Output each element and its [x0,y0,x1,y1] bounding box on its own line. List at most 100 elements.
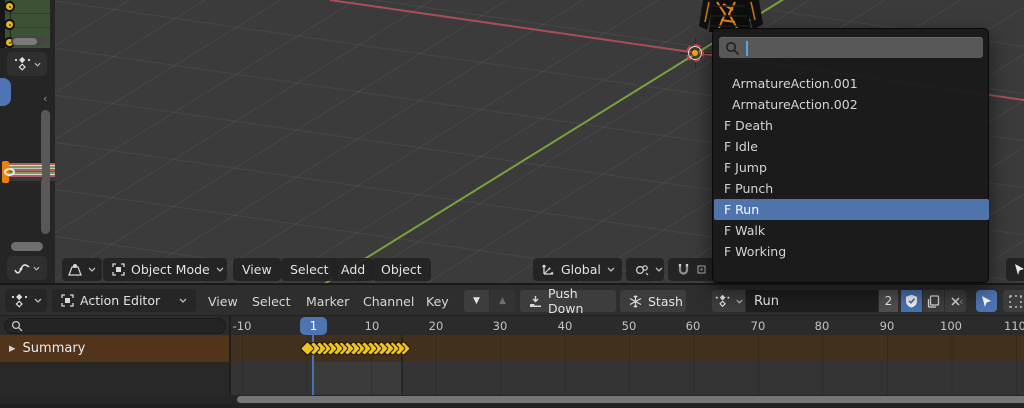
timeline-ruler[interactable]: -10 10 20 30 40 50 60 70 80 90 100 110 1 [0,315,1024,335]
channel-list-empty [0,362,230,395]
viewport-editor-icon [68,263,82,276]
cursor-tick [694,62,696,68]
action-list-item[interactable]: F Punch [714,178,989,199]
move-channel-down-button[interactable]: ▼ [464,290,489,312]
action-list-item[interactable]: F Walk [714,220,989,241]
partial-editor-column: ‹ [0,0,55,283]
action-list-item[interactable]: ArmatureAction.002 [714,94,989,115]
menu-select-dope[interactable]: Select [252,285,291,317]
pivot-point-icon [635,264,649,276]
chevron-left-icon[interactable]: ‹ [959,285,963,317]
scrollbar-thumb[interactable] [13,37,37,45]
channel-summary[interactable]: ▶ Summary [0,335,230,362]
action-list-item[interactable]: F Jump [714,157,989,178]
chevron-down-icon [33,62,41,67]
ruler-tick: 40 [557,319,573,333]
duplicate-action-button[interactable] [923,290,944,312]
channel-keyframe-divider [229,315,231,403]
menu-channel[interactable]: Channel [363,285,414,317]
dope-sheet-icon [14,57,31,71]
action-item-label: F Death [724,118,773,133]
action-item-label: F Idle [724,139,758,154]
action-browser-popup: ArmatureAction.001 ArmatureAction.002 F … [712,28,989,283]
action-editor-mode-dropdown[interactable]: Action Editor [52,289,196,312]
push-down-button[interactable]: Push Down [520,286,616,316]
menu-label: Marker [306,293,350,309]
editor-type-dope-sheet-button[interactable] [5,289,47,312]
ruler-tick: 20 [428,319,444,333]
triangle-up-icon: ▲ [499,296,506,306]
horizontal-scrollbar[interactable] [11,36,47,46]
object-mode-icon [112,263,125,276]
ruler-tick: -10 [232,319,252,333]
menu-label: View [242,262,272,277]
action-list-item[interactable]: ArmatureAction.001 [714,73,989,94]
search-icon [11,320,23,332]
menu-marker[interactable]: Marker [306,285,349,317]
menu-object-3d[interactable]: Object [372,258,431,281]
menu-label: Select [252,293,291,309]
pivot-point-dropdown[interactable] [626,258,664,281]
ruler-tick: 30 [492,319,508,333]
action-list-item-selected[interactable]: F Run [714,199,989,220]
ruler-tick: 100 [940,319,962,333]
browse-action-dropdown[interactable] [712,290,745,312]
transform-orientation-dropdown[interactable]: Global [533,258,622,281]
row-divider [5,13,50,14]
chevron-down-icon [607,267,615,272]
stash-button[interactable]: Stash [620,290,686,312]
action-user-count-badge[interactable]: 2 [879,290,898,312]
fake-user-toggle[interactable] [901,290,922,312]
action-icon [715,295,730,307]
keyframe-circle[interactable] [4,1,15,12]
action-item-label: F Jump [724,160,767,175]
action-item-label: F Working [724,244,787,259]
chevron-down-icon [34,298,42,303]
keyframe-circle[interactable] [4,19,15,30]
action-list-item[interactable]: F Death [714,115,989,136]
action-search-input[interactable] [719,37,983,58]
keyframe-handle[interactable] [4,168,15,176]
horizontal-scrollbar-thumb[interactable] [237,396,1024,403]
menu-key[interactable]: Key [426,285,449,317]
editor-type-graph-editor-button[interactable] [7,256,47,280]
blender-window: Object Mode View Select Add Object Globa… [0,0,1024,408]
dope-sheet-icon [11,293,28,308]
select-box-tool-button[interactable] [1003,290,1024,312]
menu-view-3d[interactable]: View [233,258,281,281]
action-list-item[interactable]: F Idle [714,136,989,157]
active-tool-tweak-button[interactable] [976,290,997,312]
expand-triangle-icon[interactable]: ▶ [9,344,16,354]
move-channel-up-button-disabled[interactable]: ▲ [490,290,515,312]
snap-controls-group[interactable] [668,258,714,281]
scrollbar-track[interactable] [0,395,1024,404]
ruler-tick: 10 [364,319,380,333]
vertical-scrollbar[interactable] [41,110,50,234]
editor-type-dope-sheet-button-small[interactable] [7,52,47,76]
editor-type-3d-viewport-button[interactable] [62,258,102,281]
action-item-label: F Punch [724,181,774,196]
ruler-tick: 70 [750,319,766,333]
chevron-left-icon[interactable]: ‹ [43,92,47,105]
stash-label: Stash [648,293,683,309]
action-list-item[interactable]: F Working [714,241,989,262]
horizontal-scrollbar[interactable] [11,242,43,251]
show-gizmo-button[interactable] [1006,258,1024,281]
editor-bottom-edge [0,404,1024,408]
triangle-down-icon: ▼ [473,296,480,306]
action-name-field[interactable]: Run [746,290,878,312]
cursor-3d[interactable] [680,38,710,68]
channel-search-input[interactable] [4,318,226,334]
action-item-label: ArmatureAction.002 [732,97,858,112]
orientation-label: Global [561,262,601,277]
menu-label: Key [426,293,449,309]
object-mode-dropdown[interactable]: Object Mode [103,258,227,281]
menu-select-3d[interactable]: Select [281,258,338,281]
menu-add-3d[interactable]: Add [332,258,375,281]
menu-view-dope[interactable]: View [208,285,238,317]
active-tool-tab-partial[interactable] [0,78,11,106]
ruler-tick: 110 [1004,319,1024,333]
editor-mode-icon [61,294,74,307]
chevron-down-icon [735,299,743,304]
user-count-value: 2 [884,294,893,308]
